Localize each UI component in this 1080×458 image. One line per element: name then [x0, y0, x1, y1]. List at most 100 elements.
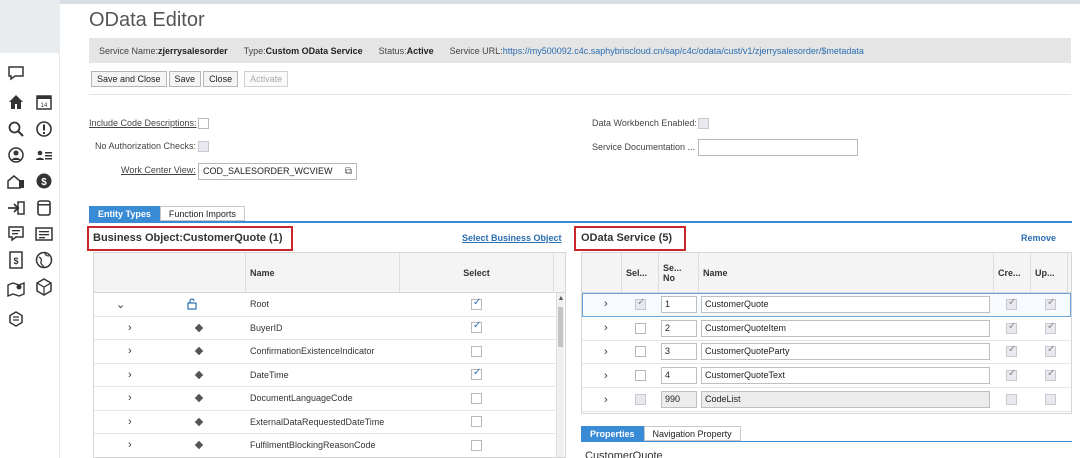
name-input[interactable]: CodeList — [701, 391, 990, 409]
update-checkbox[interactable] — [1045, 321, 1056, 334]
odata-select-checkbox[interactable] — [635, 370, 646, 382]
bo-row-select[interactable] — [471, 364, 482, 387]
odata-select-checkbox[interactable] — [635, 346, 646, 358]
home-icon[interactable] — [7, 93, 25, 111]
tab-function-imports[interactable]: Function Imports — [159, 206, 245, 221]
seq-input[interactable]: 4 — [661, 367, 697, 385]
create-checkbox[interactable] — [1006, 344, 1017, 358]
create-checkbox[interactable] — [1006, 394, 1017, 406]
feedback-icon[interactable] — [7, 64, 25, 82]
globe-icon[interactable] — [35, 251, 53, 269]
odata-row-name[interactable]: CodeList — [701, 388, 990, 411]
include-code-desc-checkbox[interactable] — [198, 118, 209, 129]
odata-row-create[interactable] — [1006, 341, 1017, 364]
no-auth-checkbox[interactable] — [198, 141, 209, 152]
bo-table-row[interactable]: ⌄ Root — [94, 293, 555, 317]
expand-chevron-icon[interactable]: › — [128, 340, 132, 363]
bo-select-checkbox[interactable] — [471, 345, 482, 357]
list-card-icon[interactable] — [35, 225, 53, 243]
odata-row-update[interactable] — [1045, 317, 1056, 340]
odata-row-select[interactable] — [635, 388, 646, 411]
currency-icon[interactable]: $ — [35, 172, 53, 190]
seq-input[interactable]: 990 — [661, 391, 697, 409]
odata-row-seq[interactable]: 3 — [661, 341, 697, 364]
odata-table-row[interactable]: › 3 CustomerQuoteParty — [582, 341, 1071, 365]
package-icon[interactable] — [35, 278, 53, 296]
odata-row-seq[interactable]: 1 — [661, 293, 697, 316]
alert-icon[interactable] — [35, 120, 53, 138]
calendar-icon[interactable]: 14 — [35, 93, 53, 111]
tab-entity-types[interactable]: Entity Types — [89, 206, 160, 221]
invoice-icon[interactable]: $ — [7, 251, 25, 269]
bo-row-select[interactable] — [471, 340, 482, 363]
bo-table-row[interactable]: › ExternalDataRequestedDateTime — [94, 411, 555, 434]
accounts-icon[interactable] — [7, 172, 25, 190]
expand-chevron-icon[interactable]: › — [128, 317, 132, 340]
bo-scroll-thumb[interactable] — [558, 307, 563, 347]
name-input[interactable]: CustomerQuoteParty — [701, 343, 990, 361]
expand-chevron-icon[interactable]: › — [128, 364, 132, 387]
data-workbench-checkbox[interactable] — [698, 118, 709, 129]
odata-select-checkbox[interactable] — [635, 394, 646, 406]
odata-row-create[interactable] — [1006, 317, 1017, 340]
expand-chevron-icon[interactable]: › — [128, 434, 132, 457]
odata-table-row[interactable]: › 4 CustomerQuoteText — [582, 364, 1071, 389]
name-input[interactable]: CustomerQuoteItem — [701, 319, 990, 337]
odata-row-seq[interactable]: 990 — [661, 388, 697, 411]
update-checkbox[interactable] — [1045, 344, 1056, 358]
odata-select-checkbox[interactable] — [635, 322, 646, 334]
odata-row-name[interactable]: CustomerQuoteItem — [701, 317, 990, 340]
expand-chevron-icon[interactable]: › — [604, 388, 608, 411]
name-input[interactable]: CustomerQuoteText — [701, 367, 990, 385]
expand-chevron-icon[interactable]: › — [604, 341, 608, 364]
bo-table-row[interactable]: › FulfilmentBlockingReasonCode — [94, 434, 555, 457]
expand-chevron-icon[interactable]: › — [128, 387, 132, 410]
create-checkbox[interactable] — [1006, 321, 1017, 334]
service-url-link[interactable]: https://my500092.c4c.saphybriscloud.cn/s… — [503, 46, 864, 56]
update-checkbox[interactable] — [1045, 297, 1056, 310]
odata-table-row[interactable]: › 2 CustomerQuoteItem — [582, 317, 1071, 341]
tab-navigation-property[interactable]: Navigation Property — [643, 426, 741, 441]
odata-row-select[interactable] — [635, 341, 646, 364]
odata-row-create[interactable] — [1006, 388, 1017, 411]
activate-button[interactable]: Activate — [244, 71, 289, 87]
seq-input[interactable]: 3 — [661, 343, 697, 361]
expand-chevron-icon[interactable]: › — [604, 293, 608, 316]
collapse-chevron-icon[interactable]: ⌄ — [116, 293, 125, 316]
bo-table-row[interactable]: › DateTime — [94, 364, 555, 387]
expand-chevron-icon[interactable]: › — [128, 411, 132, 434]
login-arrow-icon[interactable] — [7, 199, 25, 217]
select-business-object-link[interactable]: Select Business Object — [462, 233, 562, 243]
bo-row-select[interactable] — [471, 293, 482, 316]
odata-row-update[interactable] — [1045, 341, 1056, 364]
odata-row-name[interactable]: CustomerQuoteText — [701, 364, 990, 387]
bo-row-select[interactable] — [471, 411, 482, 434]
bo-select-checkbox[interactable] — [471, 297, 482, 310]
odata-table-row[interactable]: › 1CustomerQuote — [582, 293, 1071, 317]
chat-icon[interactable] — [7, 225, 25, 243]
map-icon[interactable] — [7, 280, 25, 298]
bo-select-checkbox[interactable] — [471, 367, 482, 381]
update-checkbox[interactable] — [1045, 394, 1056, 406]
bo-select-checkbox[interactable] — [471, 320, 482, 334]
odata-row-select[interactable] — [635, 293, 646, 316]
odata-row-name[interactable]: CustomerQuoteParty — [701, 341, 990, 364]
expand-chevron-icon[interactable]: › — [604, 364, 608, 387]
update-checkbox[interactable] — [1045, 368, 1056, 382]
wcv-field[interactable]: COD_SALESORDER_WCVIEW ⧉ — [198, 163, 357, 180]
odata-select-checkbox[interactable] — [635, 297, 646, 310]
remove-link[interactable]: Remove — [1021, 233, 1056, 243]
scroll-up-icon[interactable]: ▲ — [557, 295, 565, 302]
value-help-icon[interactable]: ⧉ — [345, 166, 352, 177]
bo-table-row[interactable]: › DocumentLanguageCode — [94, 387, 555, 411]
bo-table-row[interactable]: › BuyerID — [94, 317, 555, 340]
search-icon[interactable] — [7, 120, 25, 138]
bo-row-select[interactable] — [471, 434, 482, 457]
bo-scrollbar[interactable]: ▲ — [556, 293, 565, 457]
save-and-close-button[interactable]: Save and Close — [91, 71, 167, 87]
bo-select-checkbox[interactable] — [471, 392, 482, 404]
seq-input[interactable]: 1 — [661, 295, 697, 313]
tab-properties[interactable]: Properties — [581, 426, 644, 441]
bo-row-select[interactable] — [471, 317, 482, 340]
odata-row-select[interactable] — [635, 317, 646, 340]
